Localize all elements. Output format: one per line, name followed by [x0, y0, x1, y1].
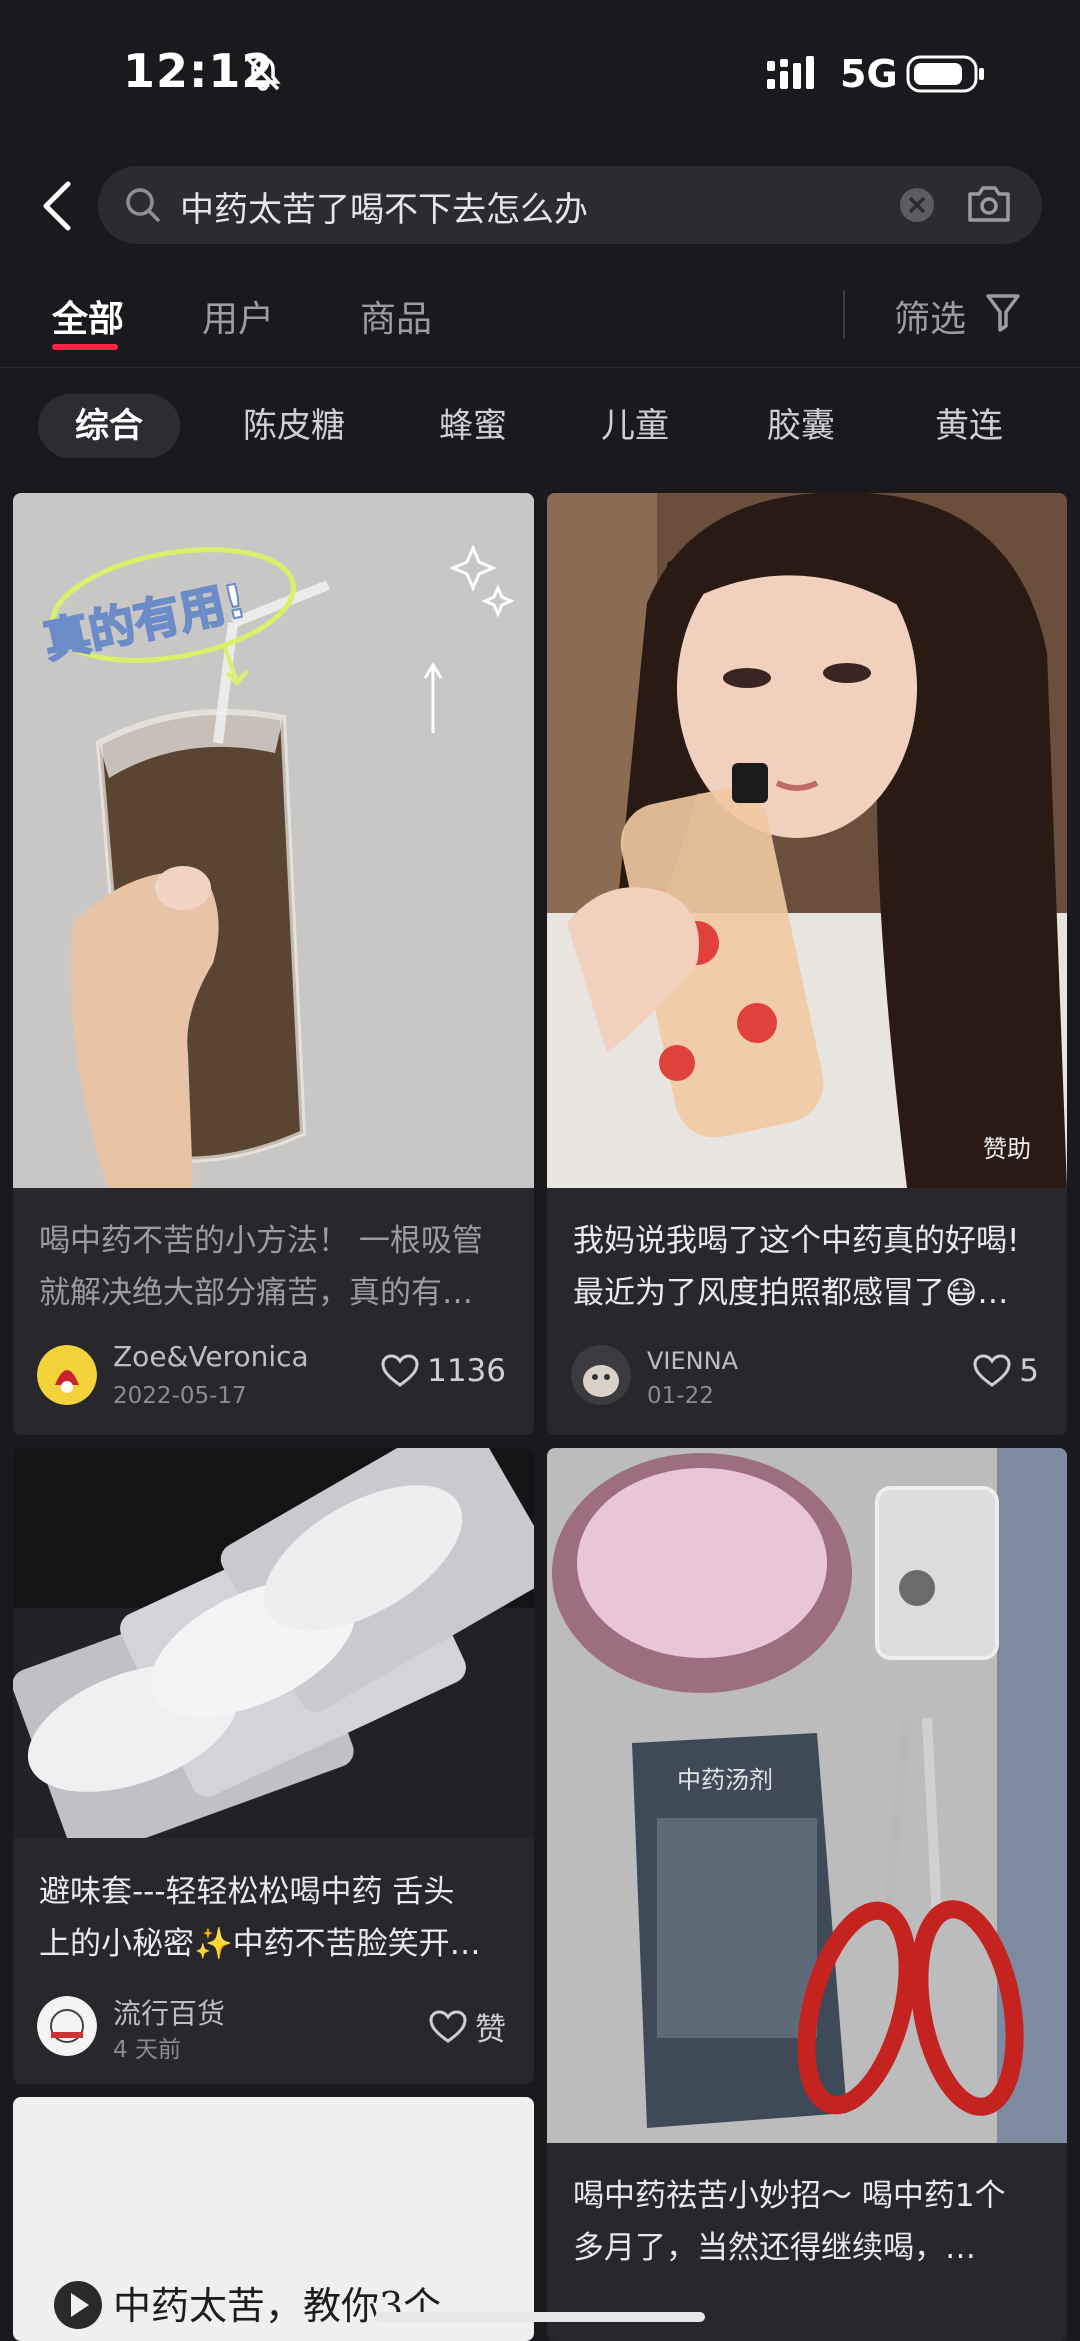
note-title-line: 喝中药不苦的小方法！ 一根吸管 — [39, 1223, 483, 1259]
note-cover-image[interactable]: 中药太苦，教你3个 — [13, 2097, 534, 2341]
avatar[interactable] — [37, 1996, 97, 2056]
chip-children[interactable]: 儿童 — [580, 394, 690, 458]
post-date: 2022-05-17 — [113, 1383, 247, 1409]
author-name[interactable]: 流行百货 — [113, 1992, 225, 2032]
silent-bell-icon — [245, 57, 281, 91]
clear-icon[interactable] — [898, 186, 936, 224]
camera-search-icon[interactable] — [966, 182, 1012, 226]
search-query-text: 中药太苦了喝不下去怎么办 — [180, 190, 588, 230]
filter-icon[interactable] — [985, 292, 1021, 332]
note-title-line: 喝中药祛苦小妙招～ 喝中药1个 — [573, 2178, 1006, 2214]
like-count: 赞 — [475, 2012, 506, 2048]
note-title-line: 多月了，当然还得继续喝，… — [573, 2230, 976, 2266]
note-card[interactable]: 真的有用! 喝中药不苦的小方法！ 一根吸管 就解决绝大部分痛苦，真的有… Zoe… — [13, 493, 534, 1435]
like-count: 5 — [1019, 1353, 1039, 1389]
note-cover-image[interactable] — [13, 1448, 534, 1838]
status-bar: 12:12 5G — [0, 0, 1080, 150]
like-count: 1136 — [427, 1353, 506, 1389]
note-title-line: 我妈说我喝了这个中药真的好喝! — [573, 1223, 1020, 1259]
heart-icon — [973, 1354, 1011, 1387]
note-title-line: 就解决绝大部分痛苦，真的有… — [39, 1275, 473, 1311]
note-title-line: 最近为了风度拍照都感冒了😷… — [573, 1275, 1009, 1311]
post-date: 01-22 — [647, 1383, 714, 1409]
tab-all[interactable]: 全部 — [52, 290, 124, 342]
pouch-label-text: 中药汤剂 — [677, 1766, 773, 1794]
back-arrow-icon[interactable] — [38, 178, 78, 234]
tab-users[interactable]: 用户 — [202, 290, 274, 342]
chip-honey[interactable]: 蜂蜜 — [418, 394, 528, 458]
signal-icon — [767, 56, 814, 89]
note-title-line: 上的小秘密✨中药不苦脸笑开… — [39, 1926, 481, 1962]
author-name[interactable]: Zoe&Veronica — [113, 1340, 309, 1373]
tab-products[interactable]: 商品 — [360, 290, 432, 342]
search-row: 中药太苦了喝不下去怎么办 — [0, 160, 1080, 250]
tab-divider — [843, 290, 845, 338]
network-type: 5G — [840, 52, 898, 96]
tab-active-indicator — [52, 344, 118, 350]
keyword-chips: 综合 陈皮糖 蜂蜜 儿童 胶囊 黄连 — [0, 390, 1080, 460]
like-button[interactable]: 1136 — [381, 1353, 506, 1389]
heart-icon — [429, 2009, 467, 2043]
note-cover-image[interactable] — [547, 493, 1067, 1188]
chip-huanglian[interactable]: 黄连 — [914, 394, 1024, 458]
tab-bar: 全部 用户 商品 筛选 — [0, 268, 1080, 368]
note-card[interactable]: 中药太苦，教你3个 — [13, 2097, 534, 2341]
battery-icon — [906, 55, 984, 93]
author-name[interactable]: VIENNA — [647, 1347, 738, 1375]
like-button[interactable]: 赞 — [429, 2004, 506, 2049]
note-card[interactable]: 避味套---轻轻松松喝中药 舌头 上的小秘密✨中药不苦脸笑开… 流行百货 4 天… — [13, 1448, 534, 2084]
note-title-line: 避味套---轻轻松松喝中药 舌头 — [39, 1874, 455, 1910]
chip-comprehensive[interactable]: 综合 — [38, 394, 180, 458]
note-cover-image[interactable]: 真的有用! — [13, 493, 534, 1188]
note-card[interactable]: 赞助 我妈说我喝了这个中药真的好喝! 最近为了风度拍照都感冒了😷… VIENNA… — [547, 493, 1067, 1435]
heart-icon — [381, 1354, 419, 1387]
search-icon — [126, 188, 160, 222]
note-cover-image[interactable]: 中药汤剂 — [547, 1448, 1067, 2143]
avatar[interactable] — [37, 1345, 97, 1405]
search-input[interactable]: 中药太苦了喝不下去怎么办 — [98, 166, 1042, 244]
home-indicator — [375, 2312, 705, 2322]
sponsored-badge: 赞助 — [983, 1135, 1031, 1163]
filter-button[interactable]: 筛选 — [894, 290, 966, 342]
post-date: 4 天前 — [113, 2037, 181, 2063]
chip-chenpi-candy[interactable]: 陈皮糖 — [224, 394, 364, 458]
note-card[interactable]: 中药汤剂 喝中药祛苦小妙招～ 喝中药1个 多月了，当然还得继续喝，… — [547, 1448, 1067, 2341]
avatar[interactable] — [571, 1345, 631, 1405]
like-button[interactable]: 5 — [973, 1353, 1039, 1389]
chip-capsule[interactable]: 胶囊 — [746, 394, 856, 458]
